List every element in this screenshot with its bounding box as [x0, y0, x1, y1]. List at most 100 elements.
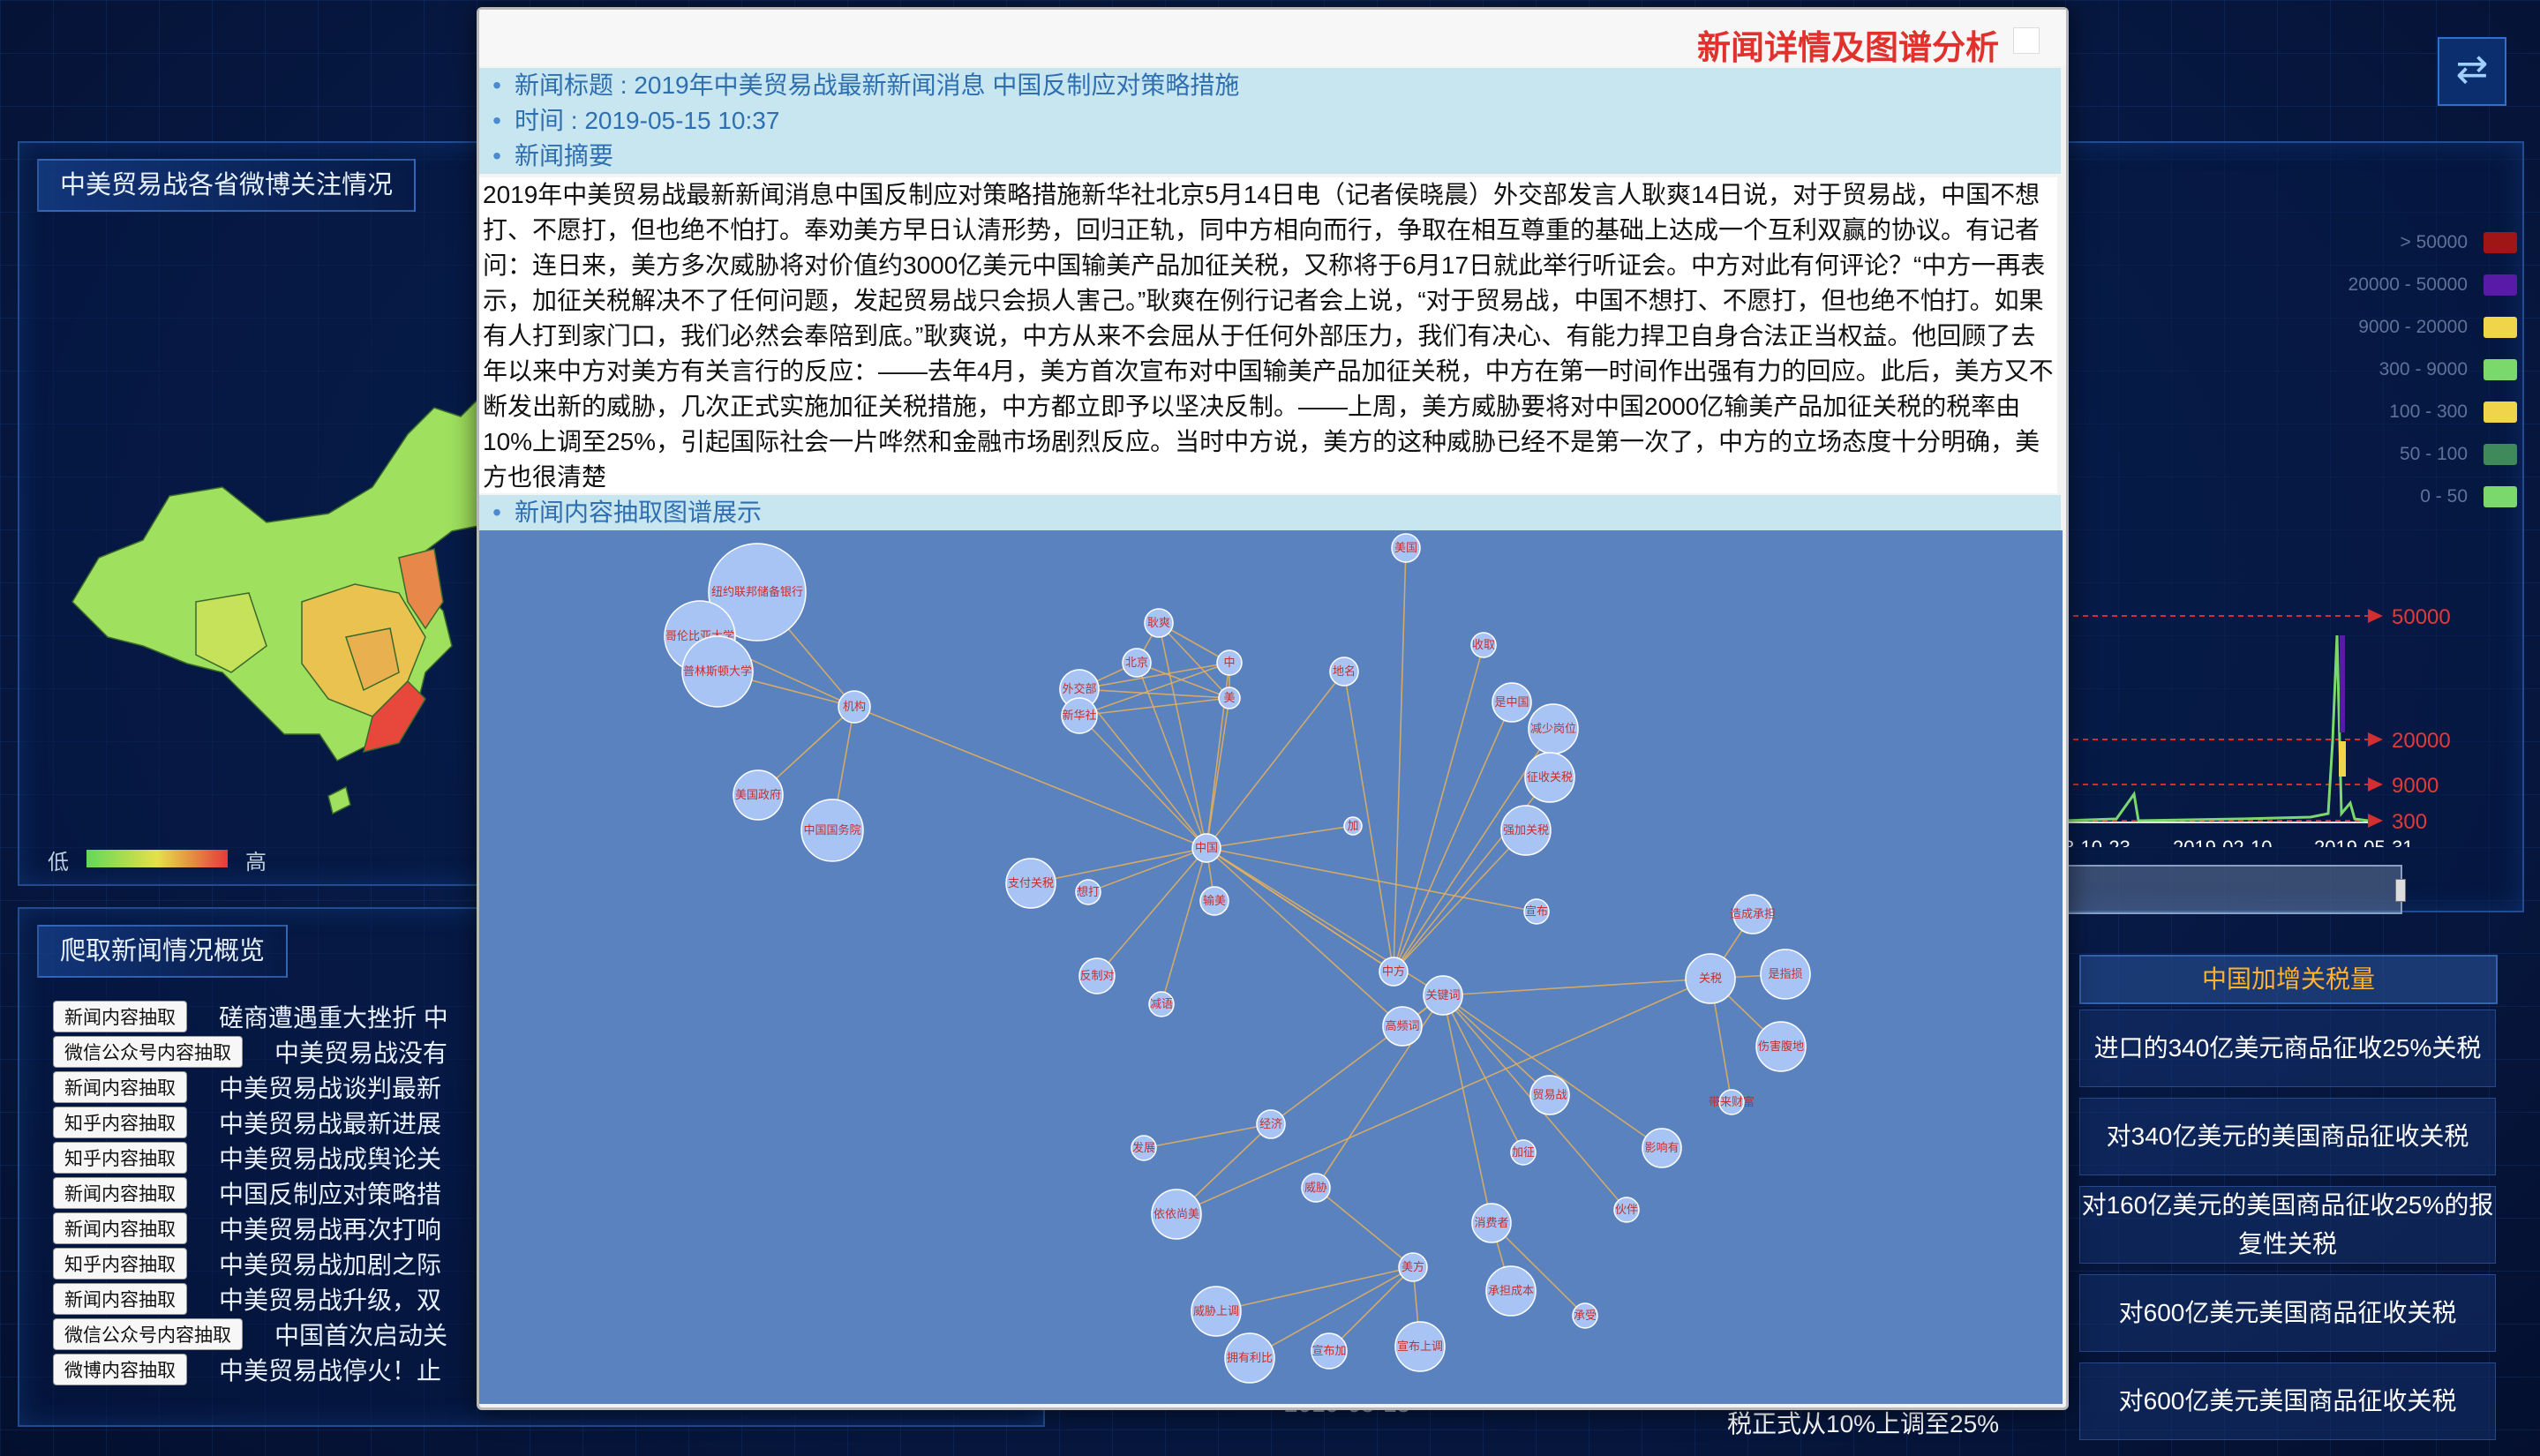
legend-low-label: 低: [48, 851, 69, 874]
graph-node[interactable]: 带来财富: [1709, 1089, 1755, 1115]
tariff-item: 对600亿美元美国商品征收关税: [2079, 1274, 2496, 1352]
graph-node-label: 普林斯顿大学: [683, 664, 752, 679]
news-list-item[interactable]: 微信公众号内容抽取 中国首次启动关: [53, 1317, 477, 1352]
source-tag: 知乎内容抽取: [53, 1107, 187, 1138]
graph-node[interactable]: 普林斯顿大学: [681, 635, 754, 708]
graph-edge: [853, 706, 1207, 849]
news-list-item[interactable]: 新闻内容抽取 中美贸易战再次打响: [53, 1211, 477, 1246]
graph-node[interactable]: 造成承担: [1730, 894, 1776, 934]
news-headline[interactable]: 中美贸易战成舆论关: [219, 1140, 441, 1175]
source-tag: 新闻内容抽取: [53, 1001, 187, 1032]
news-list-item[interactable]: 知乎内容抽取 中美贸易战成舆论关: [53, 1140, 477, 1175]
graph-node[interactable]: 收取: [1470, 632, 1497, 658]
graph-node[interactable]: 强加关税: [1500, 805, 1552, 856]
graph-node-label: 美国政府: [735, 789, 781, 802]
graph-node-label: 机构: [843, 701, 866, 714]
graph-node[interactable]: 高频词: [1382, 1006, 1423, 1047]
graph-node[interactable]: 发展: [1131, 1135, 1157, 1161]
graph-node[interactable]: 地名: [1329, 657, 1359, 687]
graph-node[interactable]: 伤害腹地: [1755, 1021, 1807, 1072]
graph-node-label: 中: [1223, 657, 1235, 670]
news-list-item[interactable]: 微信公众号内容抽取 中美贸易战没有: [53, 1034, 477, 1069]
graph-node[interactable]: 关税: [1685, 953, 1736, 1004]
news-headline[interactable]: 中美贸易战最新进展: [219, 1105, 441, 1140]
graph-node[interactable]: 中国国务院: [800, 799, 864, 862]
graph-node[interactable]: 美方: [1398, 1252, 1428, 1282]
graph-node[interactable]: 承担成本: [1485, 1265, 1537, 1317]
graph-node[interactable]: 中方: [1379, 957, 1409, 987]
news-headline[interactable]: 中美贸易战谈判最新: [219, 1069, 441, 1105]
graph-node[interactable]: 伙伴: [1613, 1197, 1640, 1223]
graph-node-label: 伙伴: [1615, 1204, 1638, 1217]
graph-node[interactable]: 宣布上调: [1394, 1321, 1446, 1372]
graph-node[interactable]: 加征: [1510, 1139, 1537, 1166]
graph-node[interactable]: 承受: [1572, 1302, 1598, 1329]
graph-node[interactable]: 宣布: [1523, 898, 1550, 925]
graph-node[interactable]: 宣布加: [1311, 1332, 1348, 1370]
graph-node[interactable]: 减语: [1148, 991, 1175, 1017]
news-time-row: • 时间 : 2019-05-15 10:37: [479, 103, 2061, 139]
graph-node[interactable]: 支付关税: [1005, 858, 1056, 909]
graph-node[interactable]: 加: [1343, 816, 1363, 836]
news-list-item[interactable]: 知乎内容抽取 中美贸易战最新进展: [53, 1105, 477, 1140]
graph-node-label: 高频词: [1385, 1019, 1419, 1033]
close-icon[interactable]: [2013, 27, 2040, 54]
graph-node[interactable]: 贸易战: [1529, 1075, 1570, 1115]
news-headline[interactable]: 中美贸易战加剧之际: [219, 1246, 441, 1281]
graph-node[interactable]: 中: [1216, 649, 1243, 676]
graph-node[interactable]: 消费者: [1471, 1203, 1512, 1243]
graph-node[interactable]: 是指损: [1760, 949, 1811, 1000]
news-headline[interactable]: 中国首次启动关: [274, 1317, 447, 1352]
threshold-label-300: 300: [2392, 810, 2427, 834]
graph-node[interactable]: 美国: [1391, 533, 1421, 563]
graph-node[interactable]: 机构: [838, 690, 871, 724]
graph-node[interactable]: 征收关税: [1524, 752, 1575, 803]
graph-node[interactable]: 美: [1218, 687, 1241, 709]
graph-node[interactable]: 新华社: [1061, 697, 1098, 734]
news-headline[interactable]: 磋商遭遇重大挫折 中: [219, 999, 448, 1034]
graph-node[interactable]: 中国: [1191, 833, 1221, 863]
news-list-item[interactable]: 新闻内容抽取 中美贸易战升级，双: [53, 1281, 477, 1317]
swap-arrows-icon[interactable]: ⇄: [2438, 37, 2506, 106]
graph-node[interactable]: 威胁: [1301, 1173, 1331, 1203]
graph-node[interactable]: 想打: [1075, 879, 1101, 905]
slider-handle[interactable]: [2395, 879, 2406, 902]
graph-node[interactable]: 输美: [1199, 886, 1229, 916]
graph-node-label: 承担成本: [1488, 1285, 1534, 1298]
graph-node[interactable]: 威胁上调: [1191, 1286, 1242, 1337]
legend-swatch: [2484, 232, 2517, 253]
bullet-icon: •: [492, 499, 501, 526]
graph-edge: [1315, 1187, 1414, 1268]
graph-node[interactable]: 影响有: [1642, 1128, 1682, 1168]
legend-swatch: [2484, 402, 2517, 423]
graph-node[interactable]: 北京: [1122, 648, 1152, 678]
time-range-slider[interactable]: [2063, 865, 2406, 914]
modal-title: 新闻详情及图谱分析: [1696, 30, 1999, 67]
graph-node[interactable]: 经济: [1256, 1109, 1286, 1139]
graph-edge: [1315, 994, 1444, 1189]
graph-node[interactable]: 关键词: [1423, 975, 1463, 1016]
graph-node-label: 输美: [1203, 894, 1226, 908]
graph-node[interactable]: 依依尚美: [1151, 1189, 1202, 1240]
news-headline[interactable]: 中美贸易战没有: [274, 1034, 447, 1069]
news-detail-modal: 新闻详情及图谱分析 • 新闻标题 : 2019年中美贸易战最新新闻消息 中国反制应…: [477, 7, 2069, 1410]
news-list-item[interactable]: 新闻内容抽取 磋商遭遇重大挫折 中: [53, 999, 477, 1034]
news-list-item[interactable]: 新闻内容抽取 中国反制应对策略措: [53, 1175, 477, 1211]
graph-node[interactable]: 拥有利比: [1224, 1332, 1275, 1384]
news-headline[interactable]: 中国反制应对策略措: [219, 1175, 441, 1211]
graph-node[interactable]: 美国政府: [733, 769, 784, 821]
news-headline[interactable]: 中美贸易战再次打响: [219, 1211, 441, 1246]
graph-node[interactable]: 反制对: [1078, 957, 1116, 994]
news-list-item[interactable]: 知乎内容抽取 中美贸易战加剧之际: [53, 1246, 477, 1281]
graph-edge: [1078, 697, 1230, 717]
graph-node-label: 依依尚美: [1154, 1208, 1199, 1221]
graph-node[interactable]: 是中国: [1492, 682, 1532, 723]
graph-node[interactable]: 减少岗位: [1528, 703, 1579, 754]
news-headline[interactable]: 中美贸易战停火！止: [219, 1352, 441, 1387]
news-list-item[interactable]: 微博内容抽取 中美贸易战停火！止: [53, 1352, 477, 1387]
graph-node[interactable]: 耿爽: [1144, 608, 1174, 638]
news-list-item[interactable]: 新闻内容抽取 中美贸易战谈判最新: [53, 1069, 477, 1105]
news-headline[interactable]: 中美贸易战升级，双: [219, 1281, 441, 1317]
graph-node-label: 美: [1223, 692, 1235, 705]
knowledge-graph[interactable]: 美国 纽约联邦储备银行 哥伦比亚大学 普林斯顿大学 机构 美国政府 中国国务院 耿爽 北京 外交部…: [479, 530, 2063, 1404]
